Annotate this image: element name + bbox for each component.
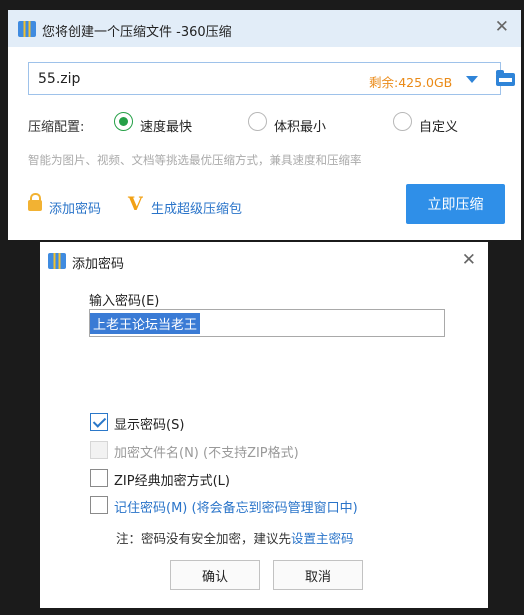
archive-app-icon [48,253,66,269]
show-password-label[interactable]: 显示密码(S) [114,414,184,433]
radio-fastest[interactable] [114,112,133,131]
lock-icon [28,193,42,211]
password-input-label: 输入密码(E) [89,294,160,309]
password-value[interactable]: 上老王论坛当老王 [90,313,201,334]
security-note: 注：密码没有安全加密，建议先设置主密码 [116,528,354,547]
encrypt-filenames-checkbox [90,441,108,459]
show-password-checkbox[interactable] [90,413,108,431]
archive-path-field[interactable]: 55.zip 剩余:425.0GB [28,62,515,95]
compress-window-titlebar[interactable]: 您将创建一个压缩文件 -360压缩 ✕ [8,10,521,47]
password-dialog-titlebar[interactable]: 添加密码 ✕ [40,242,488,280]
folder-icon[interactable] [496,70,515,86]
archive-name[interactable]: 55.zip [38,71,80,87]
radio-custom-label[interactable]: 自定义 [419,116,458,135]
archive-app-icon [18,21,36,37]
zip-classic-encryption-checkbox[interactable] [90,469,108,487]
zip-classic-encryption-label[interactable]: ZIP经典加密方式(L) [114,470,230,489]
remember-password-checkbox[interactable] [90,496,108,514]
security-note-text: 注：密码没有安全加密，建议先 [116,531,292,546]
super-pack-link[interactable]: 生成超级压缩包 [151,198,242,217]
chevron-down-icon[interactable] [466,76,478,83]
compress-now-button[interactable]: 立即压缩 [406,184,505,224]
close-icon[interactable]: ✕ [495,19,509,36]
password-dialog: 添加密码 ✕ 输入密码(E) 上老王论坛当老王 显示密码(S) 加密文件名(N)… [40,242,488,608]
radio-custom[interactable] [393,112,412,131]
ok-button[interactable]: 确认 [170,560,260,590]
add-password-link[interactable]: 添加密码 [49,198,101,217]
compress-window-title: 您将创建一个压缩文件 -360压缩 [42,25,232,40]
compress-config-label: 压缩配置: [28,120,85,135]
compression-hint: 智能为图片、视频、文档等挑选最优压缩方式，兼具速度和压缩率 [28,153,362,167]
radio-smallest-label[interactable]: 体积最小 [274,116,326,135]
cancel-button[interactable]: 取消 [273,560,363,590]
remember-password-label[interactable]: 记住密码(M) (将会备忘到密码管理窗口中) [114,497,358,516]
vip-v-icon: V [128,193,143,215]
radio-smallest[interactable] [248,112,267,131]
free-space-label: 剩余:425.0GB [369,75,453,90]
encrypt-filenames-label: 加密文件名(N) (不支持ZIP格式) [114,446,299,461]
compress-window: 您将创建一个压缩文件 -360压缩 ✕ 55.zip 剩余:425.0GB 压缩… [8,10,521,240]
radio-fastest-label[interactable]: 速度最快 [140,116,192,135]
password-dialog-title: 添加密码 [72,257,125,272]
set-master-password-link[interactable]: 设置主密码 [291,531,354,546]
close-icon[interactable]: ✕ [462,252,476,269]
password-input[interactable]: 上老王论坛当老王 [89,309,445,337]
